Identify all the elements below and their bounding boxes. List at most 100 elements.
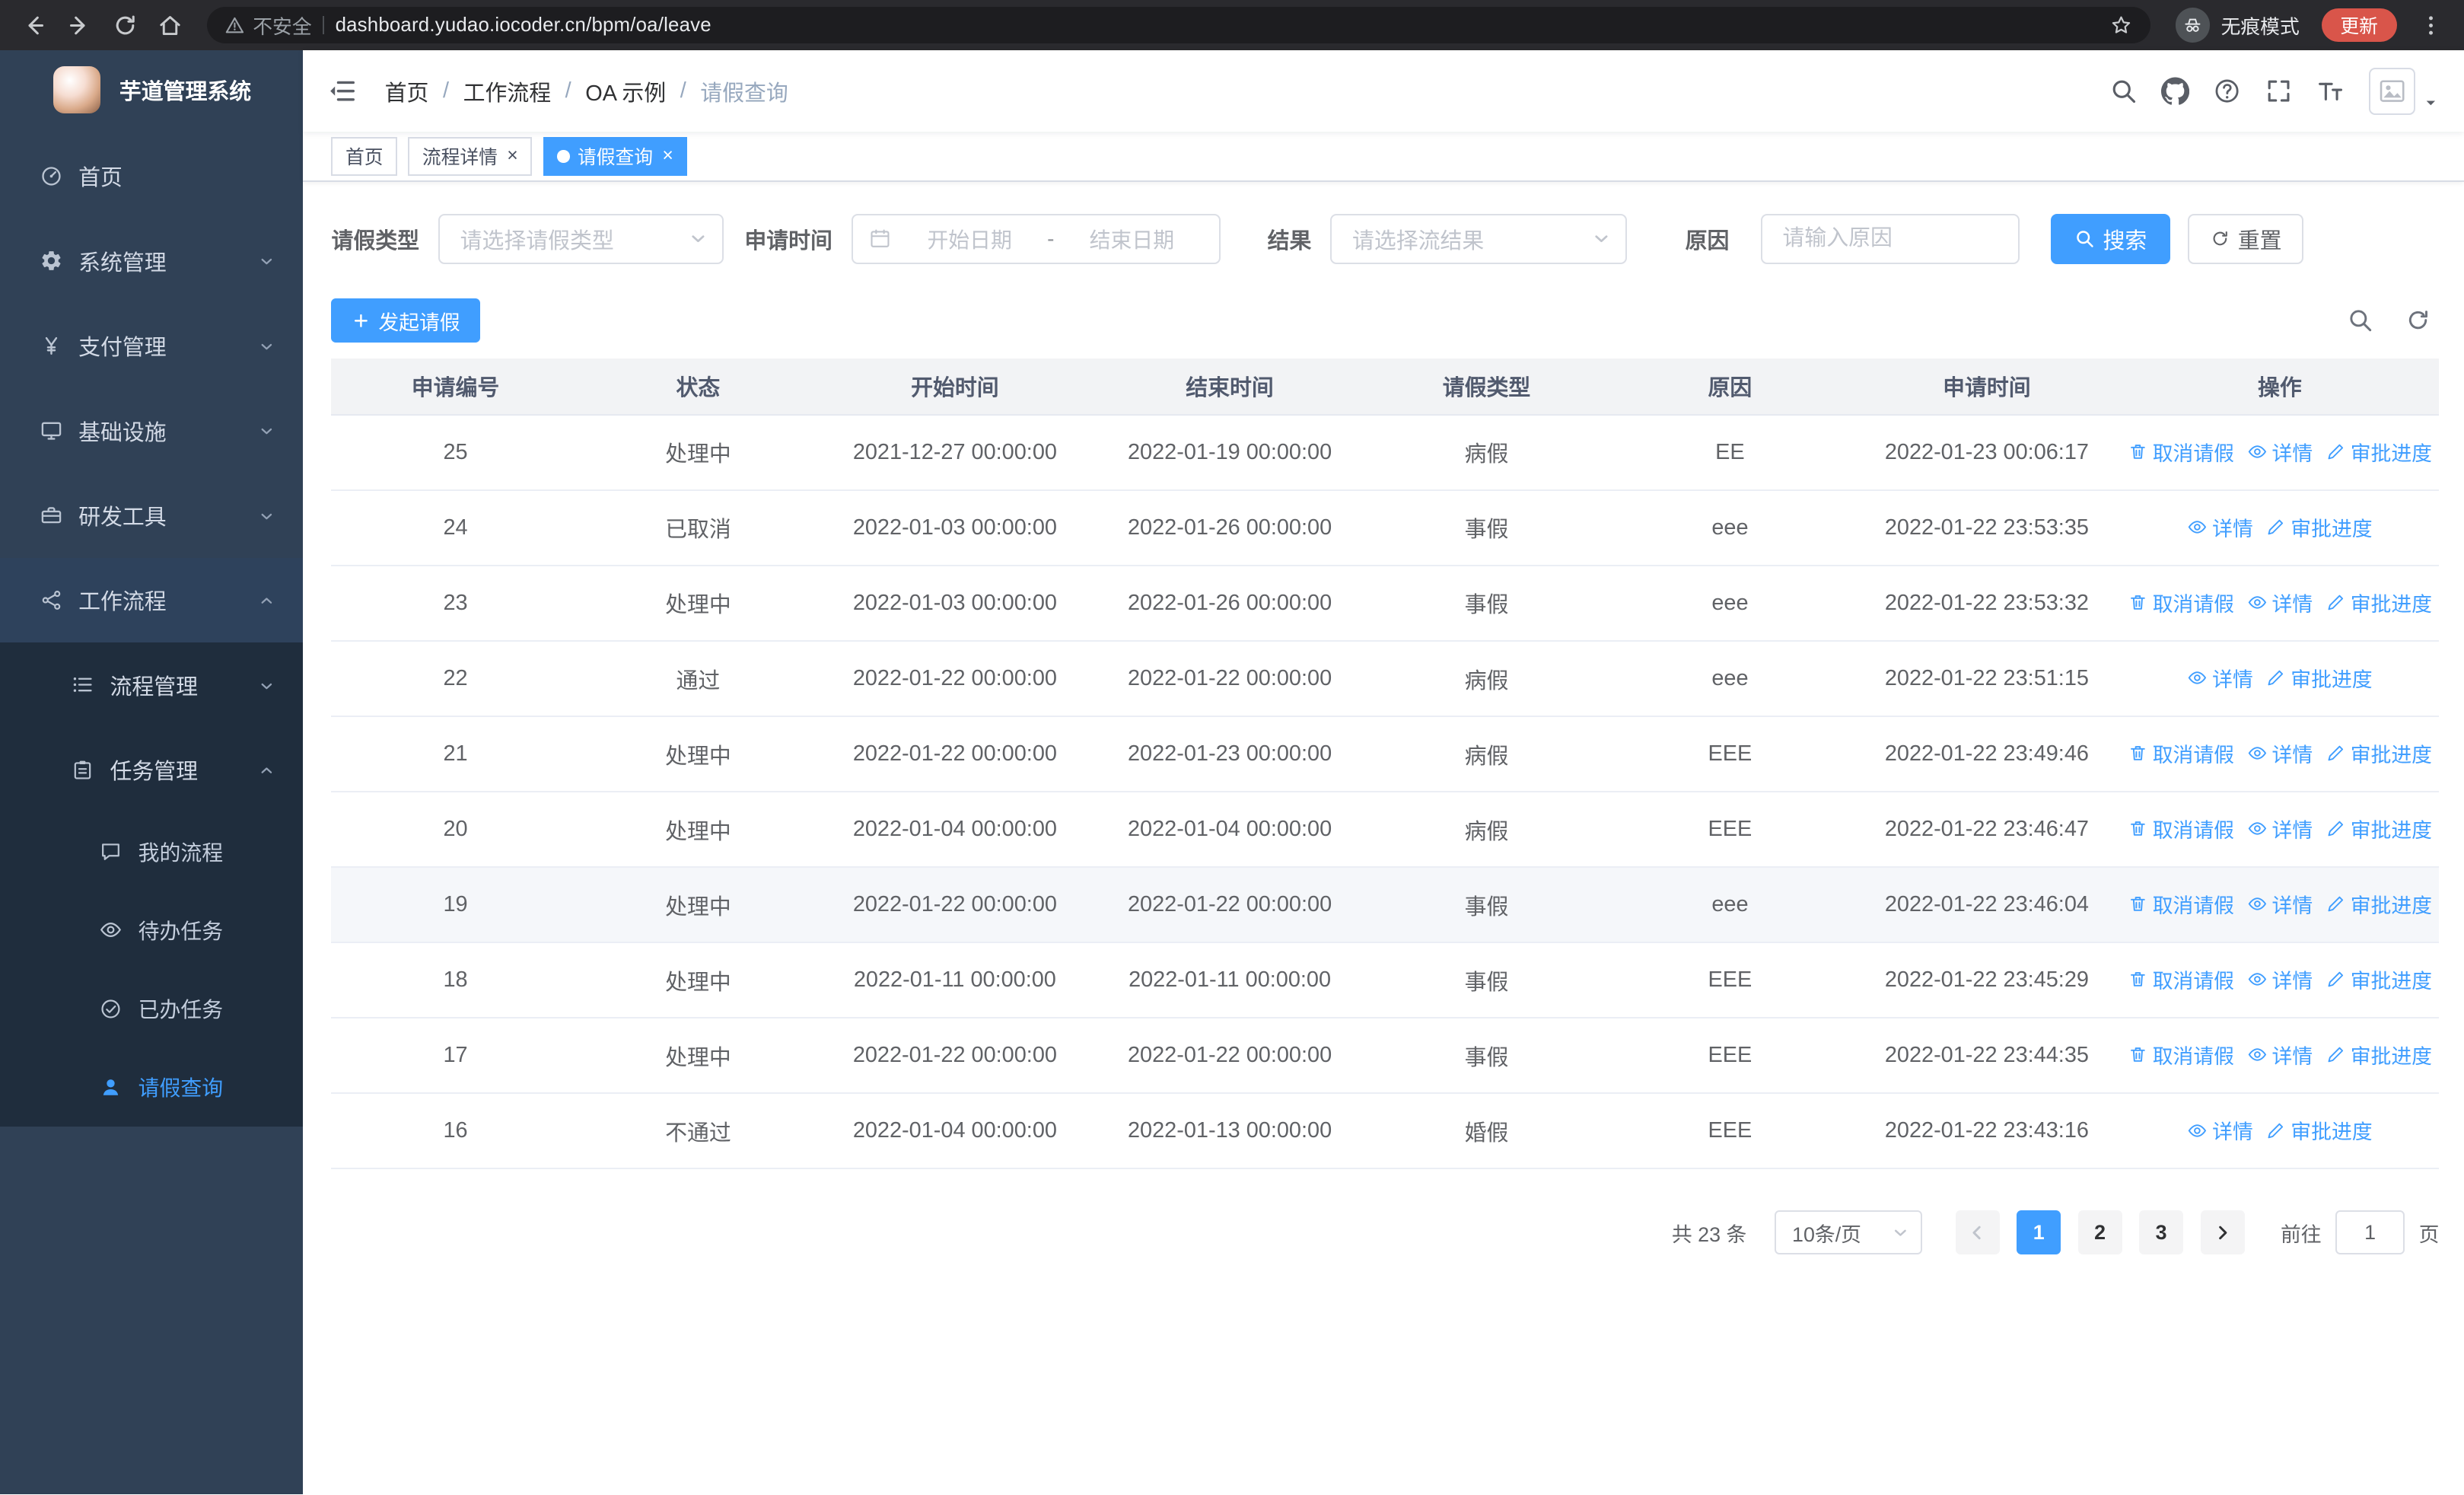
detail-link[interactable]: 详情 [2247,814,2313,843]
approval-progress-link[interactable]: 审批进度 [2326,588,2432,617]
screen: 不安全 dashboard.yudao.iocoder.cn/bpm/oa/le… [0,0,2464,1494]
eye-icon [2248,973,2266,987]
table-head: 申请编号 状态 开始时间 结束时间 请假类型 原因 申请时间 操作 [331,358,2440,416]
sidebar-item-my-processes[interactable]: 我的流程 [0,812,303,891]
sidebar-item-dev-tools[interactable]: 研发工具 [0,473,303,557]
cell-status: 已取消 [579,489,817,566]
approval-progress-link[interactable]: 审批进度 [2326,964,2432,994]
approval-progress-link[interactable]: 审批进度 [2265,1115,2373,1145]
close-icon[interactable]: × [662,146,673,166]
browser-menu-button[interactable] [2409,4,2452,46]
prev-page-button[interactable] [1955,1210,2000,1254]
home-button[interactable] [149,4,192,46]
cancel-leave-link[interactable]: 取消请假 [2128,437,2234,467]
tab-leave-query[interactable]: 请假查询 × [543,136,688,177]
table-row[interactable]: 19 处理中 2022-01-22 00:00:00 2022-01-22 00:00… [331,867,2440,944]
table-row[interactable]: 25 处理中 2021-12-27 00:00:00 2022-01-19 00:00… [331,414,2440,491]
next-page-button[interactable] [2200,1210,2245,1254]
page-button-3[interactable]: 3 [2139,1210,2184,1254]
address-bar[interactable]: 不安全 dashboard.yudao.iocoder.cn/bpm/oa/le… [207,7,2150,43]
approval-progress-link[interactable]: 审批进度 [2265,663,2373,693]
page-button-1[interactable]: 1 [2017,1210,2061,1254]
sidebar-item-workflow[interactable]: 工作流程 [0,557,304,643]
security-status[interactable]: 不安全 [224,11,312,40]
hamburger-icon[interactable] [326,75,358,107]
sidebar-item-system-management[interactable]: 系统管理 [0,218,303,303]
start-date-placeholder: 开始日期 [927,228,1012,252]
end-date-placeholder: 结束日期 [1089,228,1175,252]
search-toggle-icon[interactable] [2347,307,2373,333]
help-icon[interactable] [2213,77,2241,105]
sidebar-item-payment-management[interactable]: 支付管理 [0,303,303,387]
table-row[interactable]: 20 处理中 2022-01-04 00:00:00 2022-01-04 00:00… [331,792,2440,869]
detail-link[interactable]: 详情 [2187,1115,2253,1145]
user-menu[interactable] [2368,67,2440,115]
font-size-icon[interactable] [2316,77,2345,105]
detail-link[interactable]: 详情 [2247,738,2313,768]
app-title: 芋道管理系统 [119,79,252,104]
reload-button[interactable] [103,4,146,46]
approval-progress-link[interactable]: 审批进度 [2326,889,2432,919]
github-icon[interactable] [2161,77,2190,105]
detail-link[interactable]: 详情 [2247,1040,2313,1069]
apply-time-range[interactable]: 开始日期 - 结束日期 [851,213,1221,264]
leave-type-select[interactable]: 请选择请假类型 [438,213,724,264]
sidebar-item-task-management[interactable]: 任务管理 [0,728,303,812]
detail-link[interactable]: 详情 [2247,588,2313,617]
refresh-table-icon[interactable] [2405,307,2431,333]
app-logo[interactable]: 芋道管理系统 [0,50,303,129]
detail-link[interactable]: 详情 [2247,889,2313,919]
breadcrumb-item[interactable]: 首页 [385,75,429,107]
fullscreen-icon[interactable] [2265,77,2293,105]
tab-process-detail[interactable]: 流程详情 × [408,136,533,177]
search-button[interactable]: 搜索 [2051,213,2171,264]
detail-link[interactable]: 详情 [2187,663,2253,693]
result-select[interactable]: 请选择流结果 [1330,213,1628,264]
cancel-leave-link[interactable]: 取消请假 [2128,889,2234,919]
detail-link[interactable]: 详情 [2247,437,2313,467]
page-button-2[interactable]: 2 [2077,1210,2122,1254]
reason-input[interactable] [1760,213,2020,264]
back-button[interactable] [13,4,56,46]
sidebar-item-completed-tasks[interactable]: 已办任务 [0,969,303,1047]
cancel-leave-link[interactable]: 取消请假 [2128,738,2234,768]
breadcrumb-item[interactable]: OA 示例 [585,75,666,107]
sidebar-item-leave-query[interactable]: 请假查询 [0,1048,303,1127]
tab-home[interactable]: 首页 [331,136,397,177]
approval-progress-link[interactable]: 审批进度 [2326,437,2432,467]
page-size-select[interactable]: 10条/页 [1775,1210,1923,1254]
detail-link[interactable]: 详情 [2247,964,2313,994]
table-row[interactable]: 17 处理中 2022-01-22 00:00:00 2022-01-22 00:00… [331,1018,2440,1095]
calendar-icon [871,229,890,248]
search-icon[interactable] [2109,77,2138,105]
sidebar-item-infrastructure[interactable]: 基础设施 [0,388,303,473]
close-icon[interactable]: × [507,146,517,166]
detail-link[interactable]: 详情 [2187,512,2253,542]
goto-page-input[interactable] [2335,1210,2405,1254]
bookmark-star-icon[interactable] [2109,14,2133,37]
reset-button[interactable]: 重置 [2187,213,2304,264]
tab-label: 流程详情 [422,148,498,169]
approval-progress-link[interactable]: 审批进度 [2326,1040,2432,1069]
table-row[interactable]: 24 已取消 2022-01-03 00:00:00 2022-01-26 00:00… [331,489,2440,566]
cancel-leave-link[interactable]: 取消请假 [2128,588,2234,617]
sidebar-item-process-management[interactable]: 流程管理 [0,642,303,727]
approval-progress-link[interactable]: 审批进度 [2265,512,2373,542]
cancel-leave-link[interactable]: 取消请假 [2128,964,2234,994]
sidebar-item-pending-tasks[interactable]: 待办任务 [0,891,303,969]
sidebar-item-home[interactable]: 首页 [0,133,303,218]
cancel-leave-link[interactable]: 取消请假 [2128,1040,2234,1069]
create-leave-button[interactable]: 发起请假 [331,298,481,343]
table-row[interactable]: 21 处理中 2022-01-22 00:00:00 2022-01-23 00:00… [331,716,2440,793]
approval-progress-link[interactable]: 审批进度 [2326,814,2432,843]
cancel-leave-link[interactable]: 取消请假 [2128,814,2234,843]
forward-button[interactable] [58,4,100,46]
breadcrumb-item[interactable]: 工作流程 [463,75,552,107]
table-row[interactable]: 18 处理中 2022-01-11 00:00:00 2022-01-11 00:00… [331,942,2440,1019]
table-row[interactable]: 22 通过 2022-01-22 00:00:00 2022-01-22 00:00:… [331,641,2440,718]
edit-icon [2328,821,2343,837]
table-row[interactable]: 23 处理中 2022-01-03 00:00:00 2022-01-26 00:00… [331,565,2440,642]
table-row[interactable]: 16 不通过 2022-01-04 00:00:00 2022-01-13 00:00… [331,1093,2440,1170]
update-button[interactable]: 更新 [2321,8,2397,42]
approval-progress-link[interactable]: 审批进度 [2326,738,2432,768]
